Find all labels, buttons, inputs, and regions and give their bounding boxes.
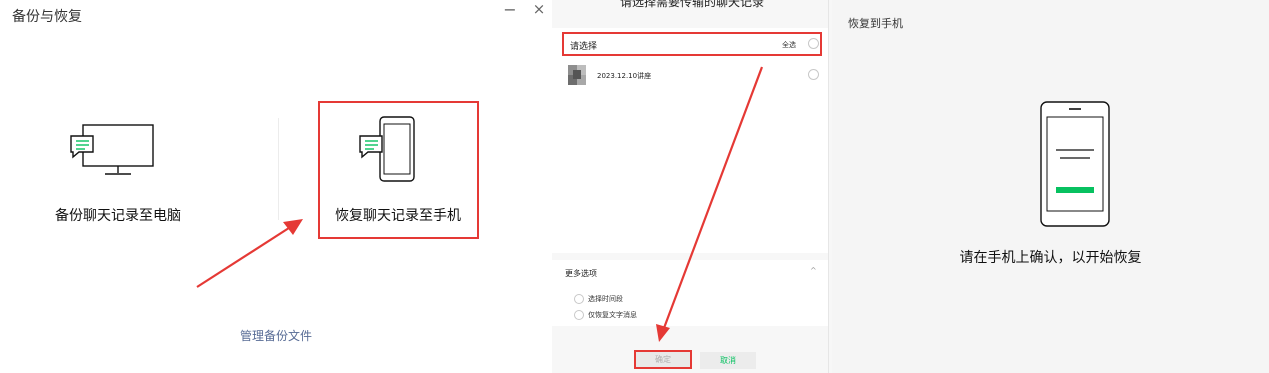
minimize-button[interactable]: −: [500, 0, 520, 19]
phone-confirm-icon: [1040, 101, 1110, 231]
dialog-title: 请选择需要传输的聊天记录: [619, 0, 764, 9]
panel-title: 恢复到手机: [848, 17, 903, 30]
cancel-button[interactable]: 取消: [700, 352, 756, 369]
restore-to-phone-option[interactable]: 恢复聊天记录至手机: [335, 205, 461, 225]
window-title: 备份与恢复: [12, 9, 82, 25]
chat-checkbox[interactable]: [808, 69, 819, 80]
text-only-label[interactable]: 仅恢复文字消息: [588, 310, 637, 320]
monitor-chat-icon[interactable]: [67, 124, 155, 182]
restore-to-phone-panel: 恢复到手机 请在手机上确认，以开始恢复: [832, 0, 1269, 373]
chat-avatar: [568, 65, 586, 85]
phone-chat-icon[interactable]: [358, 116, 420, 190]
panel-divider: [828, 0, 829, 373]
backup-to-pc-option[interactable]: 备份聊天记录至电脑: [55, 205, 181, 225]
more-options-title[interactable]: 更多选项: [565, 268, 597, 279]
chat-list: [552, 28, 828, 253]
select-row[interactable]: 请选择 全选: [562, 32, 822, 56]
manage-backup-files-link[interactable]: 管理备份文件: [240, 327, 312, 344]
select-all-checkbox[interactable]: [808, 38, 819, 49]
chat-name[interactable]: 2023.12.10讲座: [597, 71, 651, 81]
divider: [278, 118, 279, 220]
select-label: 请选择: [570, 42, 598, 52]
select-chats-dialog: 请选择需要传输的聊天记录 请选择 全选 2023.12.10讲座 更多选项 ^ …: [552, 0, 832, 373]
select-time-range-radio[interactable]: [574, 294, 584, 304]
select-time-range-label[interactable]: 选择时间段: [588, 294, 623, 304]
backup-restore-window: 备份与恢复 − × 备份聊天记录至电脑 恢复聊天记录至手机 管理备份文件: [0, 0, 552, 373]
confirm-on-phone-message: 请在手机上确认，以开始恢复: [959, 250, 1142, 266]
chevron-up-icon[interactable]: ^: [810, 266, 817, 275]
confirm-button[interactable]: 确定: [634, 350, 692, 369]
select-all-label[interactable]: 全选: [782, 40, 796, 50]
text-only-radio[interactable]: [574, 310, 584, 320]
close-button[interactable]: ×: [529, 0, 549, 18]
